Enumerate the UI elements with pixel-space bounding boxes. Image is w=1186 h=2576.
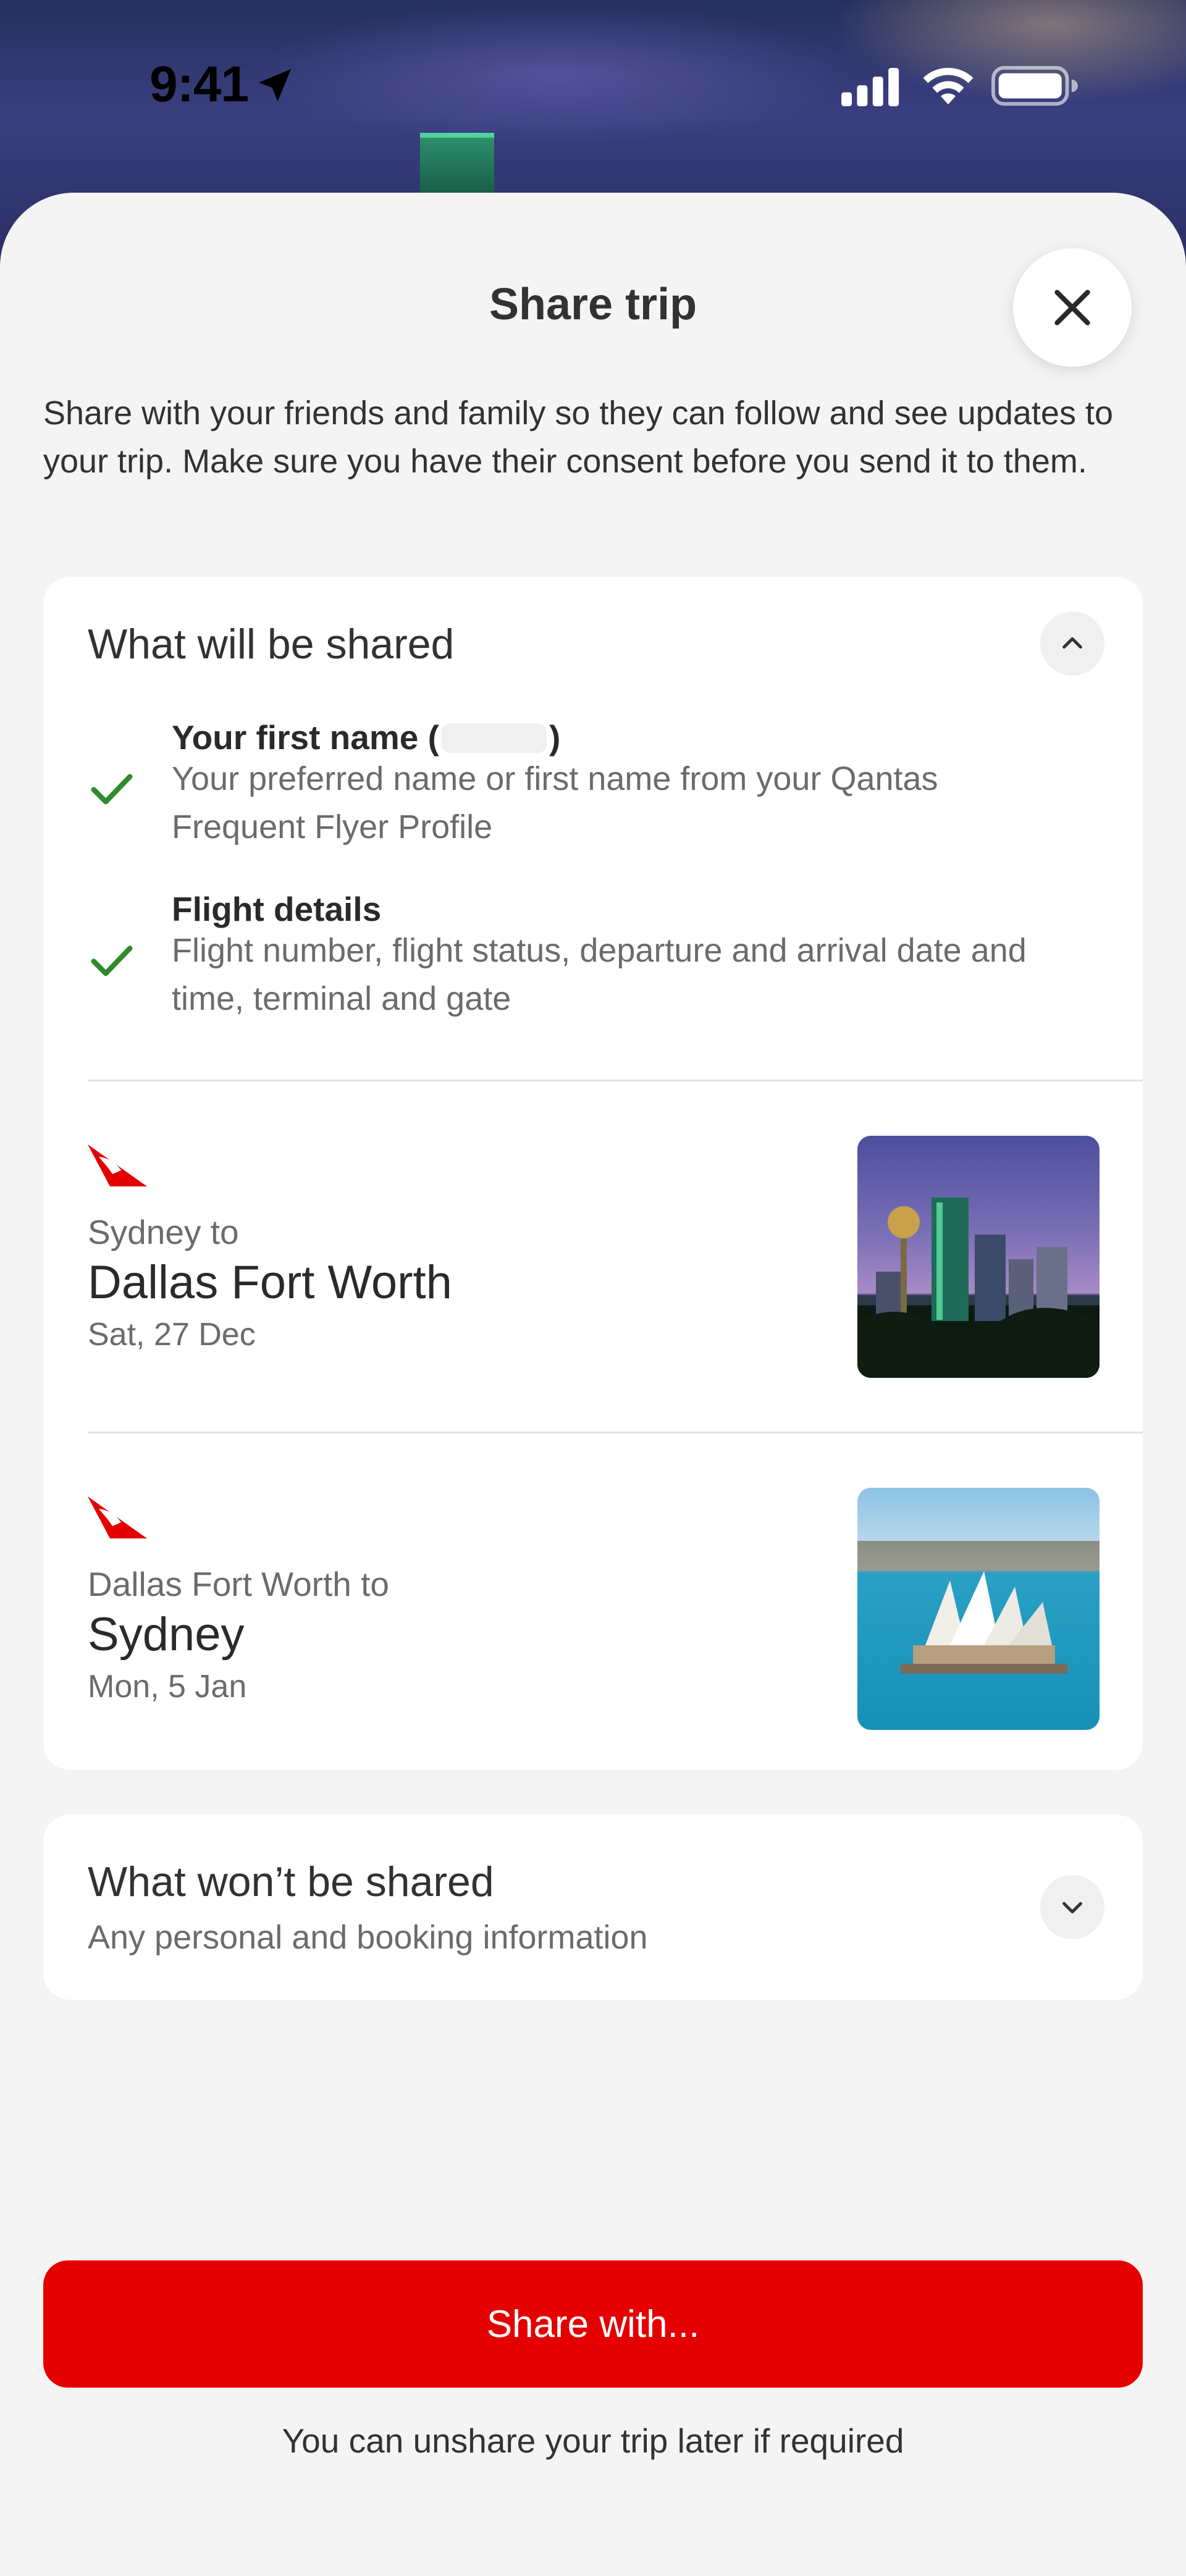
share-with-button[interactable]: Share with... (43, 2260, 1143, 2388)
qantas-logo-icon (88, 1144, 147, 1186)
location-arrow-icon (258, 69, 292, 102)
expand-not-shared-button[interactable] (1040, 1875, 1104, 1939)
shared-section-title: What will be shared (88, 621, 455, 668)
sheet-title: Share trip (489, 280, 697, 329)
shared-item-description: Flight number, flight status, departure … (172, 932, 1027, 1017)
collapse-shared-button[interactable] (1040, 611, 1104, 676)
shared-item-title: Flight details (172, 890, 382, 928)
status-bar: 9:41 (0, 0, 1186, 173)
share-intro-text: Share with your friends and family so th… (43, 395, 1113, 480)
close-button[interactable] (1013, 248, 1132, 367)
trip-row-dfw-syd[interactable]: Dallas Fort Worth to Sydney Mon, 5 Jan (43, 1433, 1143, 1784)
qantas-logo-icon (88, 1496, 147, 1538)
unshare-footnote: You can unshare your trip later if requi… (282, 2422, 904, 2460)
not-shared-subtitle: Any personal and booking information (88, 1919, 648, 1956)
cellular-signal-icon (841, 68, 899, 106)
trip-origin: Dallas Fort Worth to (88, 1565, 390, 1603)
battery-icon (991, 65, 1078, 106)
what-will-be-shared-card: What will be shared Your first name () Y… (43, 577, 1143, 1770)
shared-item-title: Your first name () (172, 718, 561, 757)
what-wont-be-shared-card[interactable]: What won’t be shared Any personal and bo… (43, 1815, 1143, 2000)
status-time: 9:41 (149, 56, 249, 112)
trip-destination: Dallas Fort Worth (88, 1256, 452, 1309)
redacted-name (441, 723, 547, 753)
check-icon (91, 774, 133, 805)
check-icon (91, 946, 133, 976)
chevron-up-icon (1062, 637, 1082, 649)
trip-row-syd-dfw[interactable]: Sydney to Dallas Fort Worth Sat, 27 Dec (43, 1081, 1143, 1432)
wifi-icon (923, 67, 974, 104)
sydney-opera-house-image (857, 1488, 1100, 1730)
trip-date: Sat, 27 Dec (88, 1317, 256, 1353)
not-shared-section-title: What won’t be shared (88, 1858, 494, 1905)
close-icon (1054, 290, 1090, 325)
share-trip-sheet: Share trip Share with your friends and f… (0, 193, 1186, 2576)
trip-origin: Sydney to (88, 1213, 239, 1251)
trip-destination: Sydney (88, 1608, 245, 1661)
shared-item-description: Your preferred name or first name from y… (172, 760, 938, 845)
chevron-down-icon (1062, 1902, 1082, 1914)
trip-date: Mon, 5 Jan (88, 1669, 247, 1705)
dallas-skyline-image (857, 1136, 1100, 1378)
